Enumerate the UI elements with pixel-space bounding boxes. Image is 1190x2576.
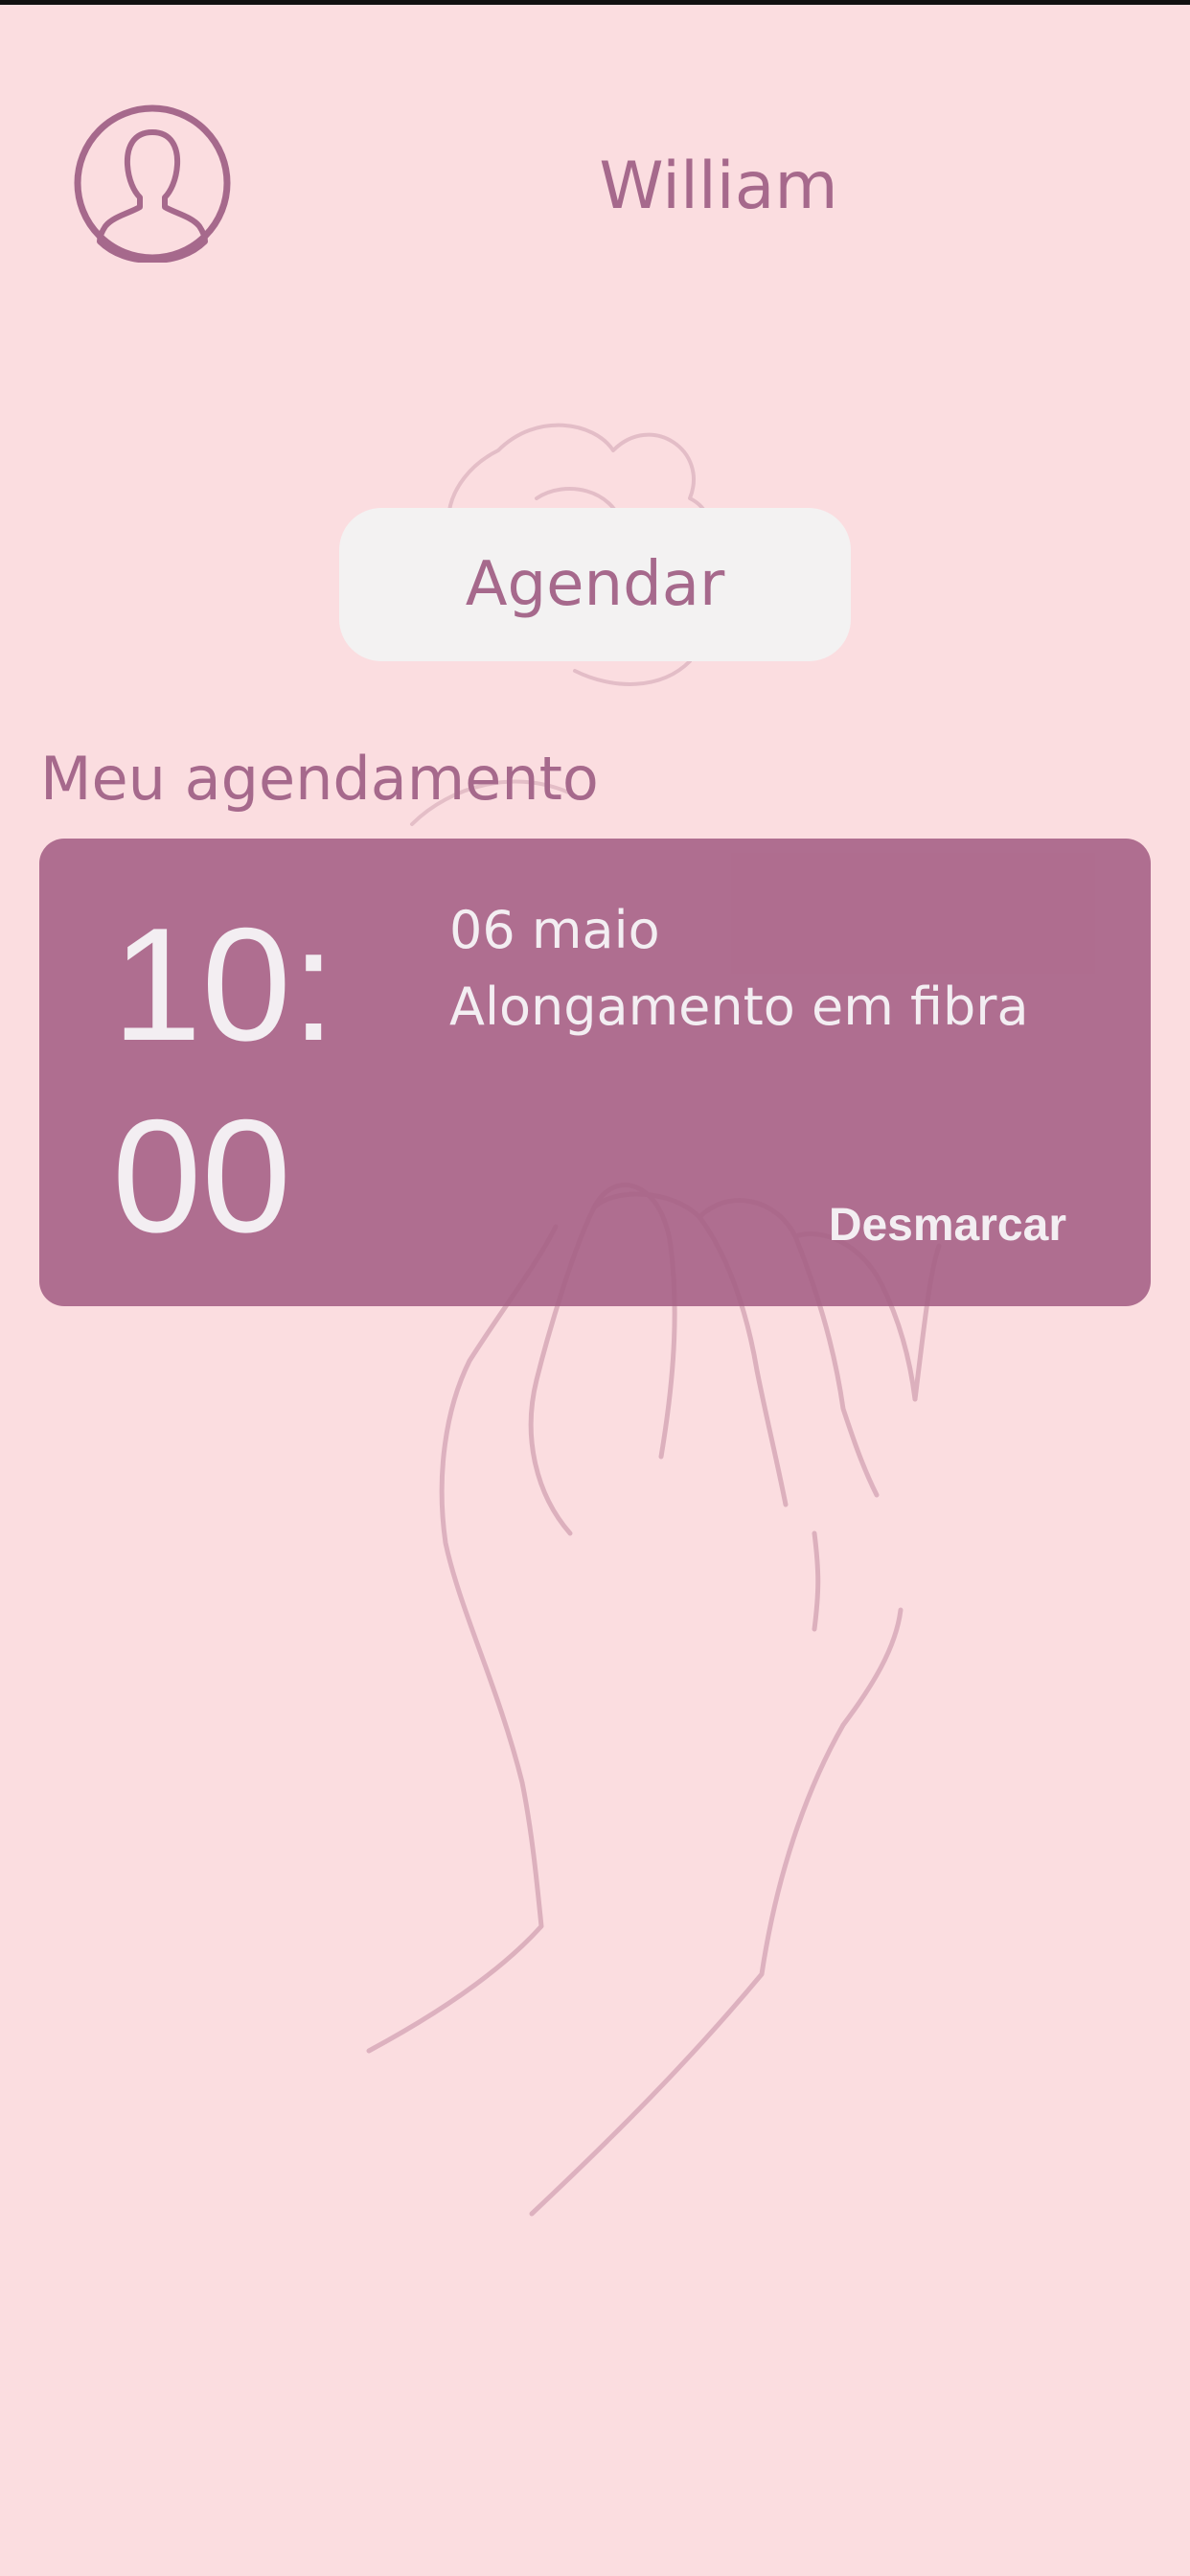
- schedule-button[interactable]: Agendar: [339, 508, 851, 661]
- appointment-service: Alongamento em fibra: [449, 977, 1029, 1037]
- section-title: Meu agendamento: [40, 744, 599, 814]
- user-silhouette-icon: [74, 104, 231, 263]
- appointment-card: 10:00 06 maio Alongamento em fibra Desma…: [39, 839, 1151, 1306]
- user-name: William: [599, 149, 838, 224]
- avatar[interactable]: [73, 104, 232, 263]
- status-bar-edge: [0, 0, 1190, 5]
- cancel-appointment-button[interactable]: Desmarcar: [829, 1195, 1066, 1256]
- appointment-date: 06 maio: [449, 900, 660, 960]
- appointment-time: 10:00: [112, 894, 336, 1266]
